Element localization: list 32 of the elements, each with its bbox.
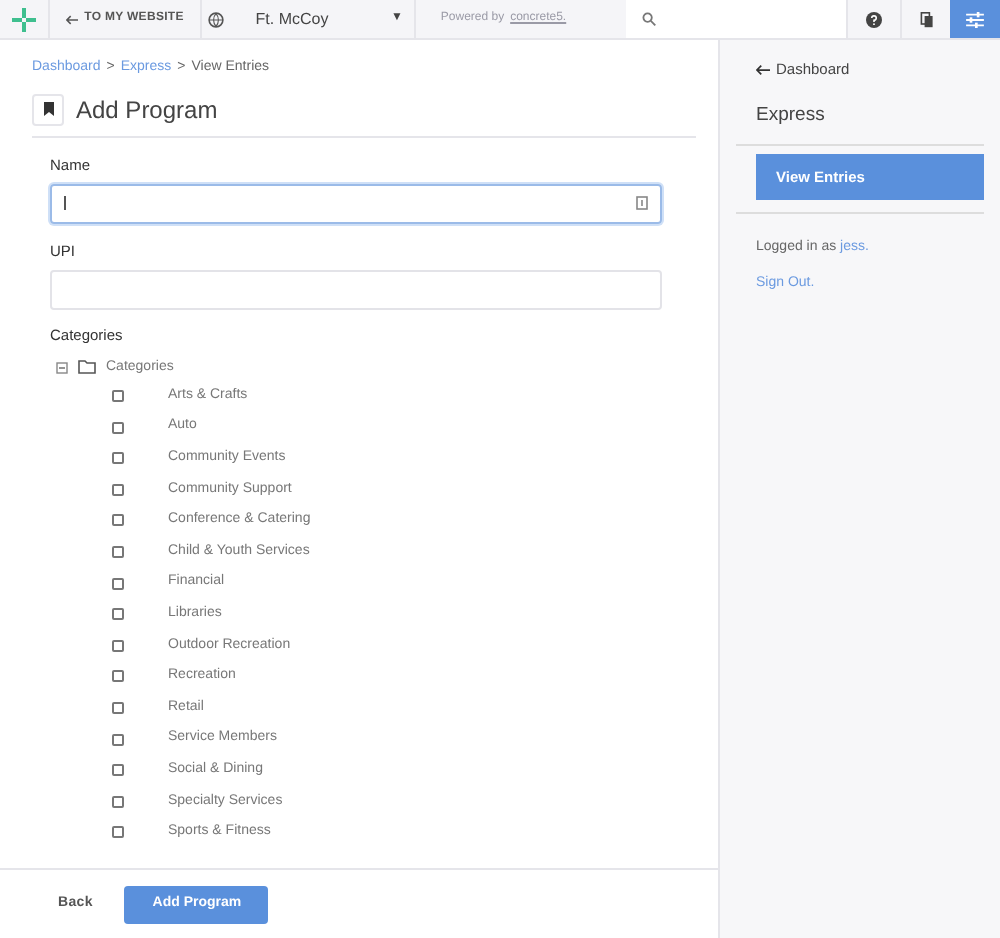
sliders-icon (966, 11, 985, 27)
checkbox[interactable] (112, 577, 124, 590)
search-icon (641, 12, 656, 26)
sidebar-heading: Express (756, 102, 827, 131)
globe-icon (208, 11, 225, 27)
checkbox[interactable] (112, 639, 124, 652)
checkbox[interactable] (112, 764, 124, 777)
checkbox[interactable] (112, 608, 124, 621)
checkbox[interactable] (112, 514, 124, 527)
checkbox[interactable] (112, 483, 124, 496)
bookmark-icon (43, 102, 53, 116)
collapse-icon[interactable] (56, 361, 68, 374)
page-title: Add Program (76, 93, 218, 127)
checkbox[interactable] (112, 795, 124, 808)
checkbox[interactable] (112, 390, 124, 403)
left-arrow-icon (756, 63, 770, 76)
text-cursor (64, 196, 66, 211)
help-icon[interactable] (866, 11, 883, 27)
checkbox[interactable] (112, 452, 124, 465)
checkbox[interactable] (112, 546, 124, 559)
search-field[interactable] (625, 0, 847, 38)
checkbox[interactable] (112, 701, 124, 714)
text-input-field[interactable] (50, 183, 662, 224)
left-arrow-icon (65, 13, 79, 25)
checkbox[interactable] (112, 421, 124, 434)
checkbox[interactable] (112, 670, 124, 683)
field-helper-icon (636, 196, 648, 211)
checkbox[interactable] (112, 733, 124, 746)
folder-icon (78, 360, 96, 375)
checkbox[interactable] (112, 826, 124, 839)
copy-icon[interactable] (919, 11, 934, 27)
settings-button[interactable] (950, 0, 1000, 38)
